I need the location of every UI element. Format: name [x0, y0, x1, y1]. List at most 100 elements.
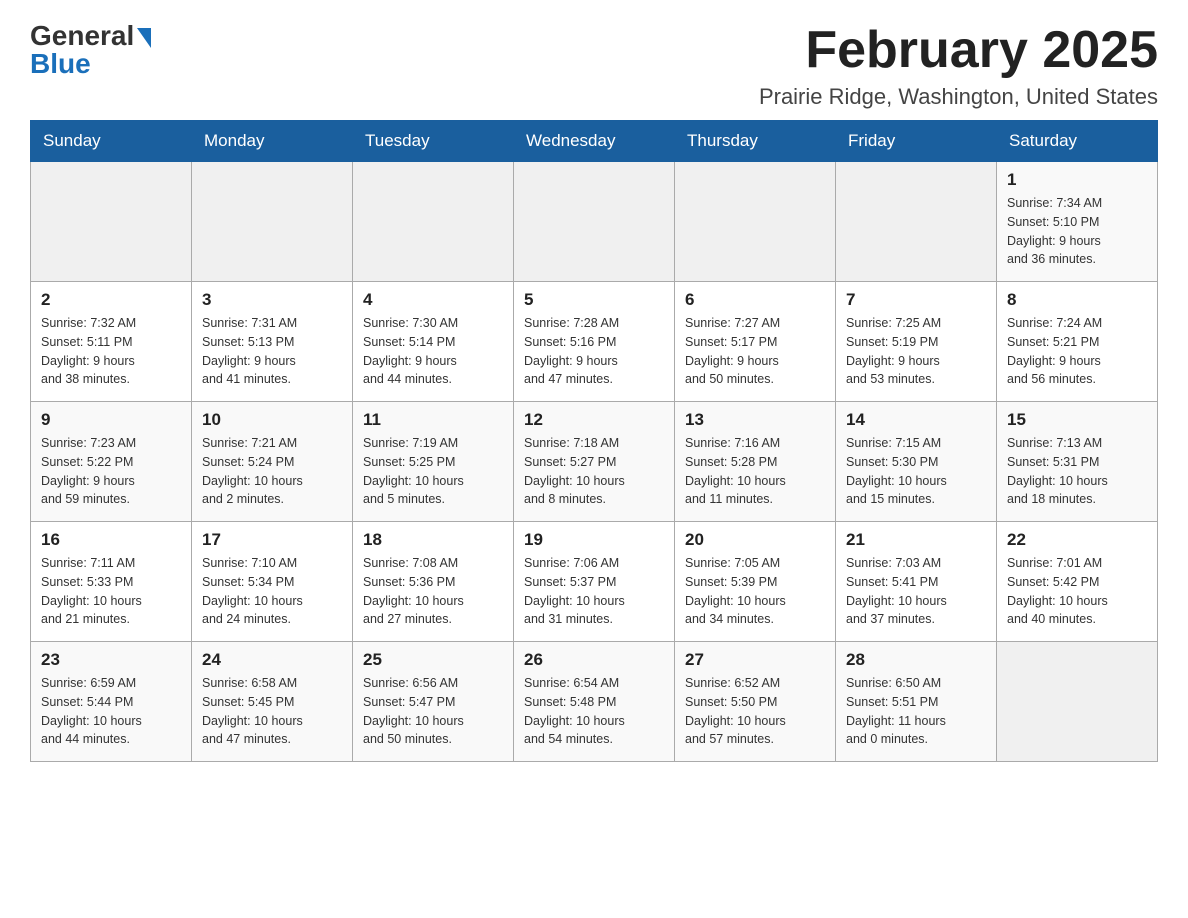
day-info: Sunrise: 7:10 AM Sunset: 5:34 PM Dayligh…: [202, 554, 342, 629]
title-block: February 2025 Prairie Ridge, Washington,…: [759, 20, 1158, 110]
calendar-cell: 15Sunrise: 7:13 AM Sunset: 5:31 PM Dayli…: [997, 402, 1158, 522]
logo: General Blue: [30, 20, 151, 80]
day-info: Sunrise: 6:59 AM Sunset: 5:44 PM Dayligh…: [41, 674, 181, 749]
day-info: Sunrise: 7:05 AM Sunset: 5:39 PM Dayligh…: [685, 554, 825, 629]
day-number: 5: [524, 290, 664, 310]
day-info: Sunrise: 7:23 AM Sunset: 5:22 PM Dayligh…: [41, 434, 181, 509]
calendar-cell: 13Sunrise: 7:16 AM Sunset: 5:28 PM Dayli…: [675, 402, 836, 522]
day-info: Sunrise: 6:58 AM Sunset: 5:45 PM Dayligh…: [202, 674, 342, 749]
day-info: Sunrise: 6:54 AM Sunset: 5:48 PM Dayligh…: [524, 674, 664, 749]
day-number: 8: [1007, 290, 1147, 310]
day-number: 20: [685, 530, 825, 550]
day-info: Sunrise: 7:32 AM Sunset: 5:11 PM Dayligh…: [41, 314, 181, 389]
day-info: Sunrise: 7:01 AM Sunset: 5:42 PM Dayligh…: [1007, 554, 1147, 629]
day-number: 10: [202, 410, 342, 430]
calendar-cell: 3 Sunrise: 7:31 AM Sunset: 5:13 PM Daylig…: [192, 282, 353, 402]
day-number: 14: [846, 410, 986, 430]
calendar-cell: 20 Sunrise: 7:05 AM Sunset: 5:39 PM Dayli…: [675, 522, 836, 642]
calendar-cell: 11 Sunrise: 7:19 AM Sunset: 5:25 PM Dayli…: [353, 402, 514, 522]
calendar-cell: 21Sunrise: 7:03 AM Sunset: 5:41 PM Dayli…: [836, 522, 997, 642]
day-number: 24: [202, 650, 342, 670]
calendar-cell: [192, 162, 353, 282]
day-number: 9: [41, 410, 181, 430]
day-info: Sunrise: 7:16 AM Sunset: 5:28 PM Dayligh…: [685, 434, 825, 509]
day-number: 26: [524, 650, 664, 670]
day-info: Sunrise: 7:13 AM Sunset: 5:31 PM Dayligh…: [1007, 434, 1147, 509]
page-header: General Blue February 2025 Prairie Ridge…: [30, 20, 1158, 110]
day-info: Sunrise: 7:18 AM Sunset: 5:27 PM Dayligh…: [524, 434, 664, 509]
calendar-cell: [31, 162, 192, 282]
day-number: 7: [846, 290, 986, 310]
calendar-cell: 4 Sunrise: 7:30 AM Sunset: 5:14 PM Daylig…: [353, 282, 514, 402]
day-info: Sunrise: 7:28 AM Sunset: 5:16 PM Dayligh…: [524, 314, 664, 389]
day-number: 1: [1007, 170, 1147, 190]
calendar-cell: 26 Sunrise: 6:54 AM Sunset: 5:48 PM Dayli…: [514, 642, 675, 762]
logo-blue-text: Blue: [30, 48, 91, 80]
day-number: 12: [524, 410, 664, 430]
calendar-week-row: 16Sunrise: 7:11 AM Sunset: 5:33 PM Dayli…: [31, 522, 1158, 642]
calendar-cell: 12 Sunrise: 7:18 AM Sunset: 5:27 PM Dayli…: [514, 402, 675, 522]
calendar-cell: 14Sunrise: 7:15 AM Sunset: 5:30 PM Dayli…: [836, 402, 997, 522]
day-of-week-header: Tuesday: [353, 121, 514, 162]
day-number: 27: [685, 650, 825, 670]
calendar-cell: 27 Sunrise: 6:52 AM Sunset: 5:50 PM Dayli…: [675, 642, 836, 762]
calendar-week-row: 1 Sunrise: 7:34 AM Sunset: 5:10 PM Daylig…: [31, 162, 1158, 282]
calendar-cell: 19Sunrise: 7:06 AM Sunset: 5:37 PM Dayli…: [514, 522, 675, 642]
day-of-week-header: Friday: [836, 121, 997, 162]
calendar-week-row: 23 Sunrise: 6:59 AM Sunset: 5:44 PM Dayli…: [31, 642, 1158, 762]
day-number: 11: [363, 410, 503, 430]
day-info: Sunrise: 6:52 AM Sunset: 5:50 PM Dayligh…: [685, 674, 825, 749]
day-number: 21: [846, 530, 986, 550]
calendar-cell: 5 Sunrise: 7:28 AM Sunset: 5:16 PM Daylig…: [514, 282, 675, 402]
calendar-week-row: 2 Sunrise: 7:32 AM Sunset: 5:11 PM Daylig…: [31, 282, 1158, 402]
day-of-week-header: Saturday: [997, 121, 1158, 162]
calendar-week-row: 9 Sunrise: 7:23 AM Sunset: 5:22 PM Daylig…: [31, 402, 1158, 522]
day-of-week-header: Sunday: [31, 121, 192, 162]
day-info: Sunrise: 7:08 AM Sunset: 5:36 PM Dayligh…: [363, 554, 503, 629]
calendar-cell: [353, 162, 514, 282]
day-number: 18: [363, 530, 503, 550]
calendar-cell: [997, 642, 1158, 762]
day-number: 6: [685, 290, 825, 310]
calendar-cell: 16Sunrise: 7:11 AM Sunset: 5:33 PM Dayli…: [31, 522, 192, 642]
day-number: 25: [363, 650, 503, 670]
calendar-cell: 24 Sunrise: 6:58 AM Sunset: 5:45 PM Dayli…: [192, 642, 353, 762]
logo-triangle-icon: [137, 28, 151, 48]
calendar-table: SundayMondayTuesdayWednesdayThursdayFrid…: [30, 120, 1158, 762]
calendar-cell: 2 Sunrise: 7:32 AM Sunset: 5:11 PM Daylig…: [31, 282, 192, 402]
day-number: 2: [41, 290, 181, 310]
calendar-cell: [514, 162, 675, 282]
day-info: Sunrise: 7:27 AM Sunset: 5:17 PM Dayligh…: [685, 314, 825, 389]
calendar-cell: 1 Sunrise: 7:34 AM Sunset: 5:10 PM Daylig…: [997, 162, 1158, 282]
calendar-header: SundayMondayTuesdayWednesdayThursdayFrid…: [31, 121, 1158, 162]
day-number: 22: [1007, 530, 1147, 550]
day-of-week-header: Wednesday: [514, 121, 675, 162]
day-info: Sunrise: 7:21 AM Sunset: 5:24 PM Dayligh…: [202, 434, 342, 509]
calendar-cell: 9 Sunrise: 7:23 AM Sunset: 5:22 PM Daylig…: [31, 402, 192, 522]
days-of-week-row: SundayMondayTuesdayWednesdayThursdayFrid…: [31, 121, 1158, 162]
calendar-cell: 22 Sunrise: 7:01 AM Sunset: 5:42 PM Dayli…: [997, 522, 1158, 642]
day-number: 28: [846, 650, 986, 670]
day-info: Sunrise: 7:30 AM Sunset: 5:14 PM Dayligh…: [363, 314, 503, 389]
day-number: 19: [524, 530, 664, 550]
day-number: 23: [41, 650, 181, 670]
calendar-title: February 2025: [759, 20, 1158, 80]
day-info: Sunrise: 7:34 AM Sunset: 5:10 PM Dayligh…: [1007, 194, 1147, 269]
calendar-cell: [836, 162, 997, 282]
day-info: Sunrise: 7:31 AM Sunset: 5:13 PM Dayligh…: [202, 314, 342, 389]
day-number: 4: [363, 290, 503, 310]
calendar-cell: 8 Sunrise: 7:24 AM Sunset: 5:21 PM Daylig…: [997, 282, 1158, 402]
calendar-cell: 18 Sunrise: 7:08 AM Sunset: 5:36 PM Dayli…: [353, 522, 514, 642]
calendar-cell: 17 Sunrise: 7:10 AM Sunset: 5:34 PM Dayli…: [192, 522, 353, 642]
day-number: 17: [202, 530, 342, 550]
calendar-cell: 23 Sunrise: 6:59 AM Sunset: 5:44 PM Dayli…: [31, 642, 192, 762]
day-of-week-header: Thursday: [675, 121, 836, 162]
day-info: Sunrise: 7:24 AM Sunset: 5:21 PM Dayligh…: [1007, 314, 1147, 389]
calendar-subtitle: Prairie Ridge, Washington, United States: [759, 84, 1158, 110]
day-info: Sunrise: 6:56 AM Sunset: 5:47 PM Dayligh…: [363, 674, 503, 749]
calendar-cell: 7Sunrise: 7:25 AM Sunset: 5:19 PM Daylig…: [836, 282, 997, 402]
calendar-cell: 25 Sunrise: 6:56 AM Sunset: 5:47 PM Dayli…: [353, 642, 514, 762]
calendar-cell: 6 Sunrise: 7:27 AM Sunset: 5:17 PM Daylig…: [675, 282, 836, 402]
day-info: Sunrise: 7:19 AM Sunset: 5:25 PM Dayligh…: [363, 434, 503, 509]
day-number: 3: [202, 290, 342, 310]
